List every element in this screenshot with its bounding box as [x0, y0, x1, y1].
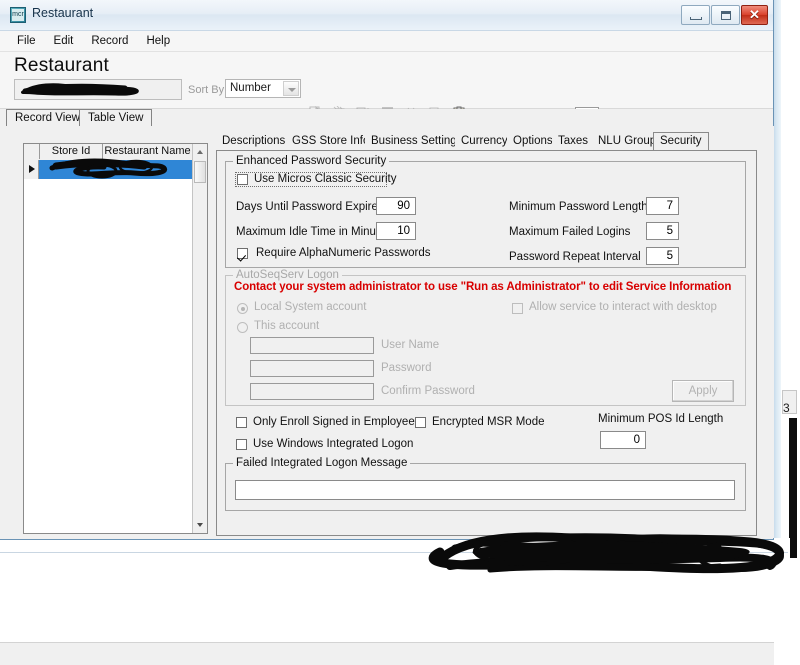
- settings-tab-strip: Descriptions GSS Store Info Business Set…: [216, 132, 757, 150]
- use-windows-integrated-logon-label: Use Windows Integrated Logon: [253, 438, 413, 450]
- apply-button[interactable]: Apply: [672, 380, 734, 402]
- only-enroll-signed-in-employee-label: Only Enroll Signed in Employee: [253, 416, 415, 428]
- minimum-pos-id-length-input[interactable]: 0: [600, 431, 646, 449]
- this-account-radio[interactable]: [237, 322, 248, 333]
- minimum-pos-id-length-label: Minimum POS Id Length: [598, 413, 723, 425]
- local-system-account-radio[interactable]: [237, 303, 248, 314]
- tab-table-view[interactable]: Table View: [79, 109, 152, 127]
- user-name-label: User Name: [381, 339, 439, 351]
- tab-currency[interactable]: Currency: [455, 133, 515, 150]
- window-title: Restaurant: [32, 6, 93, 20]
- only-enroll-signed-in-employee-checkbox[interactable]: [236, 417, 247, 428]
- require-alphanumeric-passwords-label: Require AlphaNumeric Passwords: [256, 247, 431, 259]
- tab-taxes[interactable]: Taxes: [552, 133, 595, 150]
- redaction-scribble-name: [15, 80, 181, 99]
- grid-header-selector: [24, 144, 40, 159]
- close-button[interactable]: ✕: [741, 5, 768, 25]
- use-micros-classic-security-checkbox[interactable]: [237, 174, 248, 185]
- allow-interact-desktop-checkbox[interactable]: [512, 303, 523, 314]
- scroll-thumb[interactable]: [194, 161, 206, 183]
- password-repeat-interval-label: Password Repeat Interval: [509, 251, 641, 263]
- menu-item-file[interactable]: File: [8, 33, 45, 49]
- grid-header-restaurant-name[interactable]: Restaurant Name: [103, 144, 193, 159]
- restaurant-application-window: mcr Restaurant ✕ File Edit Record Help R…: [0, 0, 774, 540]
- menu-item-edit[interactable]: Edit: [45, 33, 83, 49]
- autoseqserv-logon-label: AutoSeqServ Logon: [233, 269, 342, 281]
- password-input[interactable]: [250, 360, 374, 377]
- close-icon: ✕: [742, 6, 767, 24]
- desktop-background: 3 mcr Restaurant ✕ File Edit Record Help…: [0, 0, 800, 575]
- chevron-down-icon[interactable]: [283, 81, 299, 96]
- page-title: Restaurant: [14, 55, 109, 77]
- password-repeat-interval-input[interactable]: 5: [646, 247, 679, 265]
- application-icon: mcr: [10, 7, 26, 23]
- redaction-scribble-bottom: [420, 518, 792, 575]
- record-header-band: Restaurant Sort By Number: [0, 52, 773, 109]
- minimum-password-length-label: Minimum Password Length: [509, 201, 648, 213]
- tab-record-view[interactable]: Record View: [6, 109, 89, 127]
- window-titlebar: mcr Restaurant ✕: [0, 0, 773, 31]
- autoseqserv-logon-group: AutoSeqServ Logon Contact your system ad…: [225, 275, 746, 406]
- grid-scrollbar[interactable]: [192, 144, 207, 533]
- maximum-failed-logins-label: Maximum Failed Logins: [509, 226, 630, 238]
- record-list-grid[interactable]: Store Id Restaurant Name: [23, 143, 208, 534]
- background-partial-number: 3: [783, 400, 799, 416]
- sort-by-value: Number: [230, 82, 271, 94]
- administrator-warning-text: Contact your system administrator to use…: [234, 281, 731, 293]
- tab-gss-store-info[interactable]: GSS Store Info: [286, 133, 376, 150]
- grid-header-store-id[interactable]: Store Id: [40, 144, 103, 159]
- confirm-password-input[interactable]: [250, 383, 374, 400]
- scroll-down-arrow-icon[interactable]: [193, 517, 207, 533]
- tab-security[interactable]: Security: [653, 132, 709, 151]
- minimize-icon: [690, 17, 702, 20]
- minimum-password-length-input[interactable]: 7: [646, 197, 679, 215]
- row-selector-arrow-icon: [24, 160, 39, 179]
- grid-header-row: Store Id Restaurant Name: [24, 144, 207, 161]
- failed-integrated-logon-message-input[interactable]: [235, 480, 735, 500]
- maximize-button[interactable]: [711, 5, 740, 25]
- menu-bar: File Edit Record Help: [0, 31, 773, 52]
- encrypted-msr-mode-label: Encrypted MSR Mode: [432, 416, 545, 428]
- client-area: Store Id Restaurant Name: [0, 126, 774, 538]
- table-row[interactable]: [24, 160, 192, 179]
- use-micros-classic-security-label: Use Micros Classic Security: [254, 173, 397, 185]
- allow-interact-desktop-label: Allow service to interact with desktop: [529, 301, 717, 313]
- local-system-account-label: Local System account: [254, 301, 367, 313]
- password-label: Password: [381, 362, 432, 374]
- this-account-label: This account: [254, 320, 319, 332]
- user-name-input[interactable]: [250, 337, 374, 354]
- menu-item-record[interactable]: Record: [82, 33, 137, 49]
- failed-integrated-logon-message-label: Failed Integrated Logon Message: [233, 457, 410, 469]
- menu-item-help[interactable]: Help: [137, 33, 179, 49]
- failed-integrated-logon-message-group: Failed Integrated Logon Message: [225, 463, 746, 511]
- maximize-icon: [721, 11, 731, 20]
- maximum-failed-logins-input[interactable]: 5: [646, 222, 679, 240]
- tab-descriptions[interactable]: Descriptions: [216, 133, 292, 150]
- redaction-scribble-row: [24, 156, 192, 182]
- sort-by-dropdown[interactable]: Number: [225, 79, 301, 98]
- scroll-up-arrow-icon[interactable]: [193, 144, 207, 160]
- days-until-password-expires-input[interactable]: 90: [376, 197, 416, 215]
- enhanced-password-security-group: Enhanced Password Security Use Micros Cl…: [225, 161, 746, 268]
- minimize-button[interactable]: [681, 5, 710, 25]
- status-bar: [0, 642, 774, 665]
- tab-business-settings[interactable]: Business Settings: [365, 133, 469, 150]
- confirm-password-label: Confirm Password: [381, 385, 475, 397]
- security-tab-panel: Enhanced Password Security Use Micros Cl…: [216, 151, 757, 536]
- days-until-password-expires-label: Days Until Password Expires: [236, 201, 384, 213]
- settings-pane: Descriptions GSS Store Info Business Set…: [216, 132, 757, 536]
- sort-by-label: Sort By: [188, 84, 224, 96]
- record-name-field[interactable]: [14, 79, 182, 100]
- use-windows-integrated-logon-checkbox[interactable]: [236, 439, 247, 450]
- maximum-idle-time-label: Maximum Idle Time in Minutes: [236, 226, 391, 238]
- enhanced-password-security-label: Enhanced Password Security: [233, 155, 389, 167]
- require-alphanumeric-passwords-checkbox[interactable]: [237, 248, 248, 259]
- encrypted-msr-mode-checkbox[interactable]: [415, 417, 426, 428]
- maximum-idle-time-input[interactable]: 10: [376, 222, 416, 240]
